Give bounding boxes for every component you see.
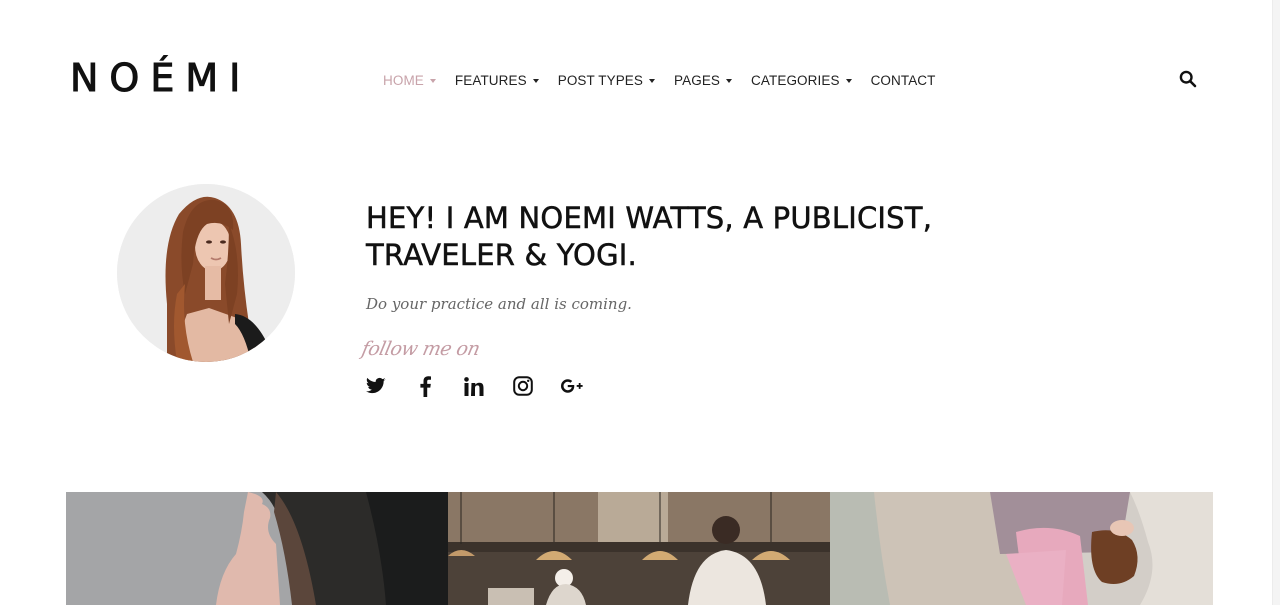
linkedin-icon	[464, 376, 484, 396]
nav-item-label: CATEGORIES	[751, 72, 840, 88]
search-icon	[1179, 70, 1197, 88]
girl-with-puppy-image	[830, 492, 1213, 605]
woman-profile-image	[66, 492, 448, 605]
social-links	[365, 375, 610, 397]
instagram-link[interactable]	[512, 375, 534, 397]
search-button[interactable]	[1179, 70, 1197, 88]
nav-item-contact[interactable]: CONTACT	[871, 73, 936, 88]
author-portrait-image	[117, 184, 295, 362]
featured-gallery	[66, 492, 1213, 605]
gallery-tile-3[interactable]	[830, 492, 1213, 605]
follow-me-label: follow me on	[359, 338, 482, 360]
nav-item-features[interactable]: FEATURES	[455, 73, 539, 88]
nav-item-home[interactable]: HOME	[383, 73, 436, 88]
gallery-tile-1[interactable]	[66, 492, 448, 605]
site-logo[interactable]: NOÉMI	[69, 58, 251, 99]
facebook-link[interactable]	[414, 375, 436, 397]
intro-tagline: Do your practice and all is coming.	[366, 295, 632, 313]
chevron-down-icon	[649, 78, 656, 83]
google-plus-icon	[561, 379, 583, 393]
intro-headline: HEY! I AM NOEMI WATTS, A PUBLICIST, TRAV…	[366, 201, 933, 273]
chevron-down-icon	[429, 78, 436, 83]
site-header: NOÉMI HOME FEATURES POST TYPES PAGES CAT…	[0, 0, 1280, 160]
nav-item-label: CONTACT	[870, 72, 936, 88]
nav-item-label: PAGES	[674, 72, 721, 88]
chevron-down-icon	[532, 78, 539, 83]
instagram-icon	[513, 376, 533, 396]
nav-item-label: HOME	[383, 72, 424, 88]
linkedin-link[interactable]	[463, 375, 485, 397]
twitter-link[interactable]	[365, 375, 387, 397]
nav-item-label: POST TYPES	[557, 72, 644, 88]
nav-item-post-types[interactable]: POST TYPES	[557, 72, 656, 88]
chevron-down-icon	[726, 78, 733, 83]
facebook-icon	[419, 375, 431, 397]
google-plus-link[interactable]	[561, 375, 583, 397]
nav-item-categories[interactable]: CATEGORIES	[751, 73, 852, 88]
gallery-tile-2[interactable]	[448, 492, 830, 605]
restaurant-kitchen-image	[448, 492, 830, 605]
main-nav: HOME FEATURES POST TYPES PAGES CATEGORIE…	[383, 70, 955, 90]
nav-item-label: FEATURES	[454, 72, 527, 88]
nav-item-pages[interactable]: PAGES	[674, 72, 733, 88]
twitter-icon	[366, 377, 386, 394]
author-avatar	[117, 184, 295, 362]
chevron-down-icon	[845, 78, 852, 83]
